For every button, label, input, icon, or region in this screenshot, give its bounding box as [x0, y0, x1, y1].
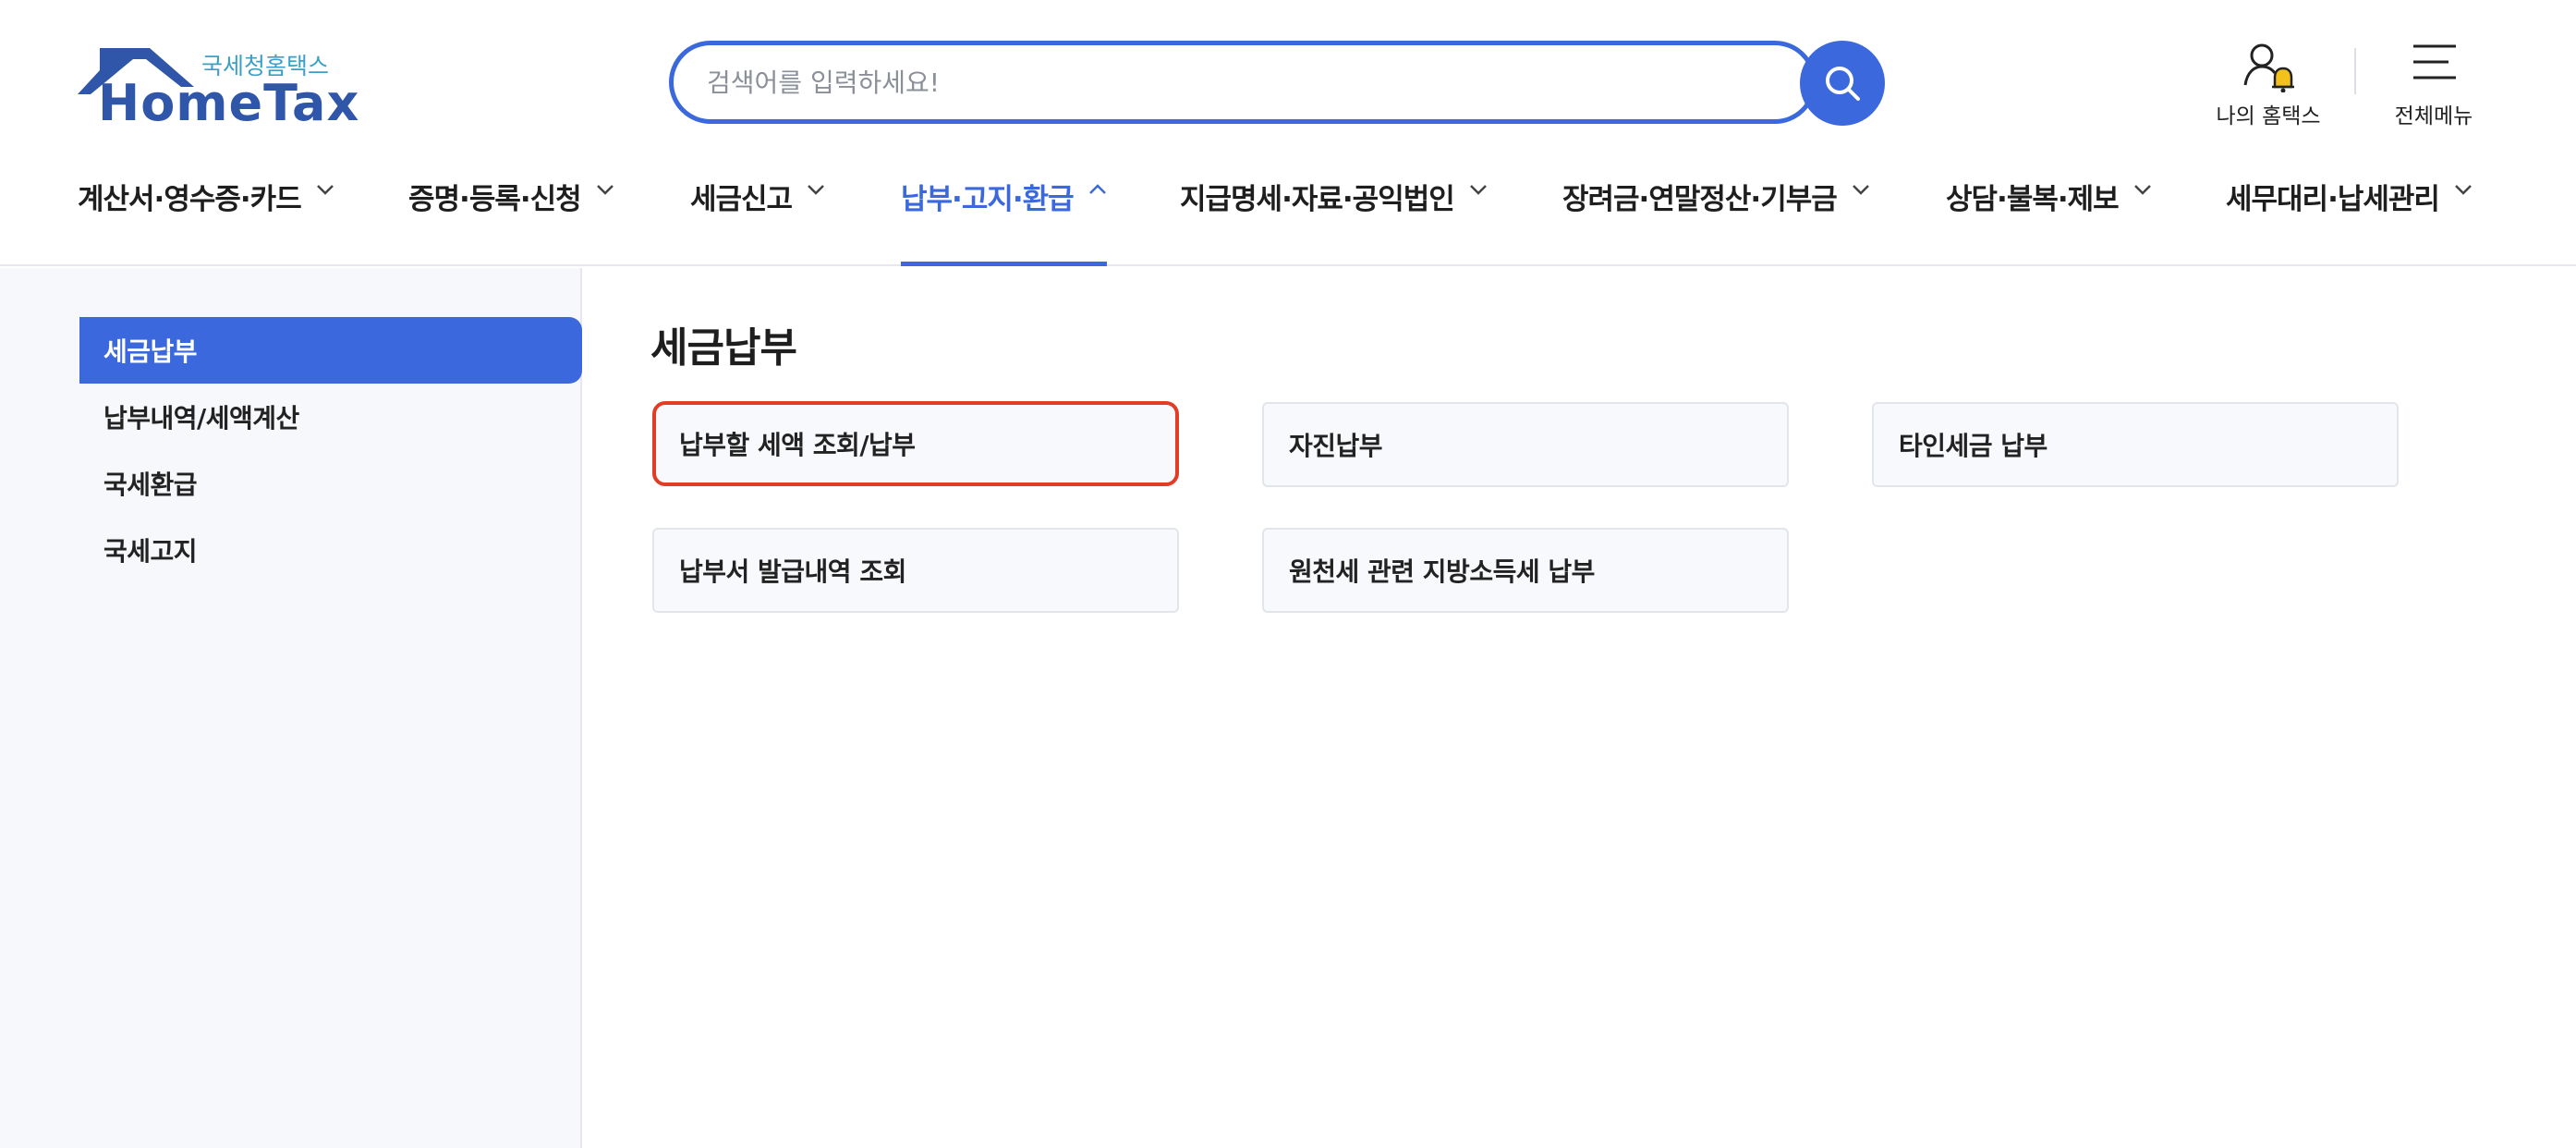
- chevron-down-icon: [2455, 185, 2472, 195]
- chevron-down-icon: [1469, 185, 1487, 195]
- sidebar-item-payment-history[interactable]: 납부내역/세액계산: [79, 384, 582, 450]
- my-hometax-button[interactable]: 나의 홈택스: [2208, 37, 2328, 129]
- nav-item-label: 장려금·연말정산·기부금: [1562, 183, 1838, 216]
- nav-item-label: 세무대리·납세관리: [2226, 183, 2440, 216]
- chevron-up-icon: [1088, 184, 1106, 194]
- card-inquire-payable-tax[interactable]: 납부할 세액 조회/납부: [652, 401, 1179, 486]
- nav-item-label: 납부·고지·환급: [901, 183, 1075, 216]
- all-menu-button[interactable]: 전체메뉴: [2388, 37, 2480, 129]
- chevron-down-icon: [1852, 185, 1869, 195]
- nav-item-label: 증명·등록·신청: [408, 183, 582, 216]
- nav-item-label: 지급명세·자료·공익법인: [1180, 183, 1455, 216]
- sidebar: 세금납부 납부내역/세액계산 국세환급 국세고지: [0, 268, 582, 1148]
- search-box: [669, 41, 1817, 124]
- chevron-down-icon: [596, 185, 614, 195]
- nav-item-certificates[interactable]: 증명·등록·신청: [408, 172, 614, 266]
- chevron-down-icon: [808, 185, 824, 195]
- nav-item-consulting[interactable]: 상담·불복·제보: [1946, 172, 2152, 266]
- nav-item-label: 세금신고: [690, 183, 793, 216]
- nav-item-label: 계산서·영수증·카드: [78, 183, 302, 216]
- site-header: 국세청홈택스 HomeTax 나의 홈택스 전체메뉴 계산서·영수: [0, 0, 2576, 266]
- all-menu-label: 전체메뉴: [2394, 104, 2473, 128]
- nav-item-tax-filing[interactable]: 세금신고: [690, 172, 825, 266]
- main-nav: 계산서·영수증·카드 증명·등록·신청 세금신고 납부·고지·환급 지급명세·자…: [78, 172, 2498, 266]
- chevron-down-icon: [2133, 185, 2151, 195]
- user-bell-icon: [2243, 43, 2294, 92]
- sidebar-item-tax-notice[interactable]: 국세고지: [79, 517, 582, 583]
- chevron-down-icon: [316, 185, 334, 195]
- my-hometax-label: 나의 홈택스: [2216, 104, 2321, 128]
- logo-title: HomeTax: [98, 74, 360, 132]
- sidebar-item-tax-payment[interactable]: 세금납부: [79, 317, 582, 384]
- hometax-logo[interactable]: 국세청홈택스 HomeTax: [78, 41, 358, 133]
- nav-item-statements[interactable]: 지급명세·자료·공익법인: [1180, 172, 1488, 266]
- nav-item-incentives[interactable]: 장려금·연말정산·기부금: [1562, 172, 1870, 266]
- search-input[interactable]: [707, 60, 1723, 104]
- card-self-payment[interactable]: 자진납부: [1262, 402, 1789, 487]
- page-title: 세금납부: [650, 324, 797, 372]
- hamburger-menu-icon: [2413, 44, 2456, 79]
- card-local-income-tax-payment[interactable]: 원천세 관련 지방소득세 납부: [1262, 528, 1789, 613]
- card-others-tax-payment[interactable]: 타인세금 납부: [1872, 402, 2399, 487]
- sidebar-item-tax-refund[interactable]: 국세환급: [79, 450, 582, 517]
- nav-item-tax-agent[interactable]: 세무대리·납세관리: [2226, 172, 2473, 266]
- search-icon: [1826, 67, 1860, 101]
- card-payment-slip-history[interactable]: 납부서 발급내역 조회: [652, 528, 1179, 613]
- nav-item-invoices[interactable]: 계산서·영수증·카드: [78, 172, 334, 266]
- header-divider: [2354, 48, 2356, 94]
- search-button[interactable]: [1800, 41, 1885, 126]
- nav-item-payment[interactable]: 납부·고지·환급: [901, 172, 1107, 266]
- nav-item-label: 상담·불복·제보: [1946, 183, 2120, 216]
